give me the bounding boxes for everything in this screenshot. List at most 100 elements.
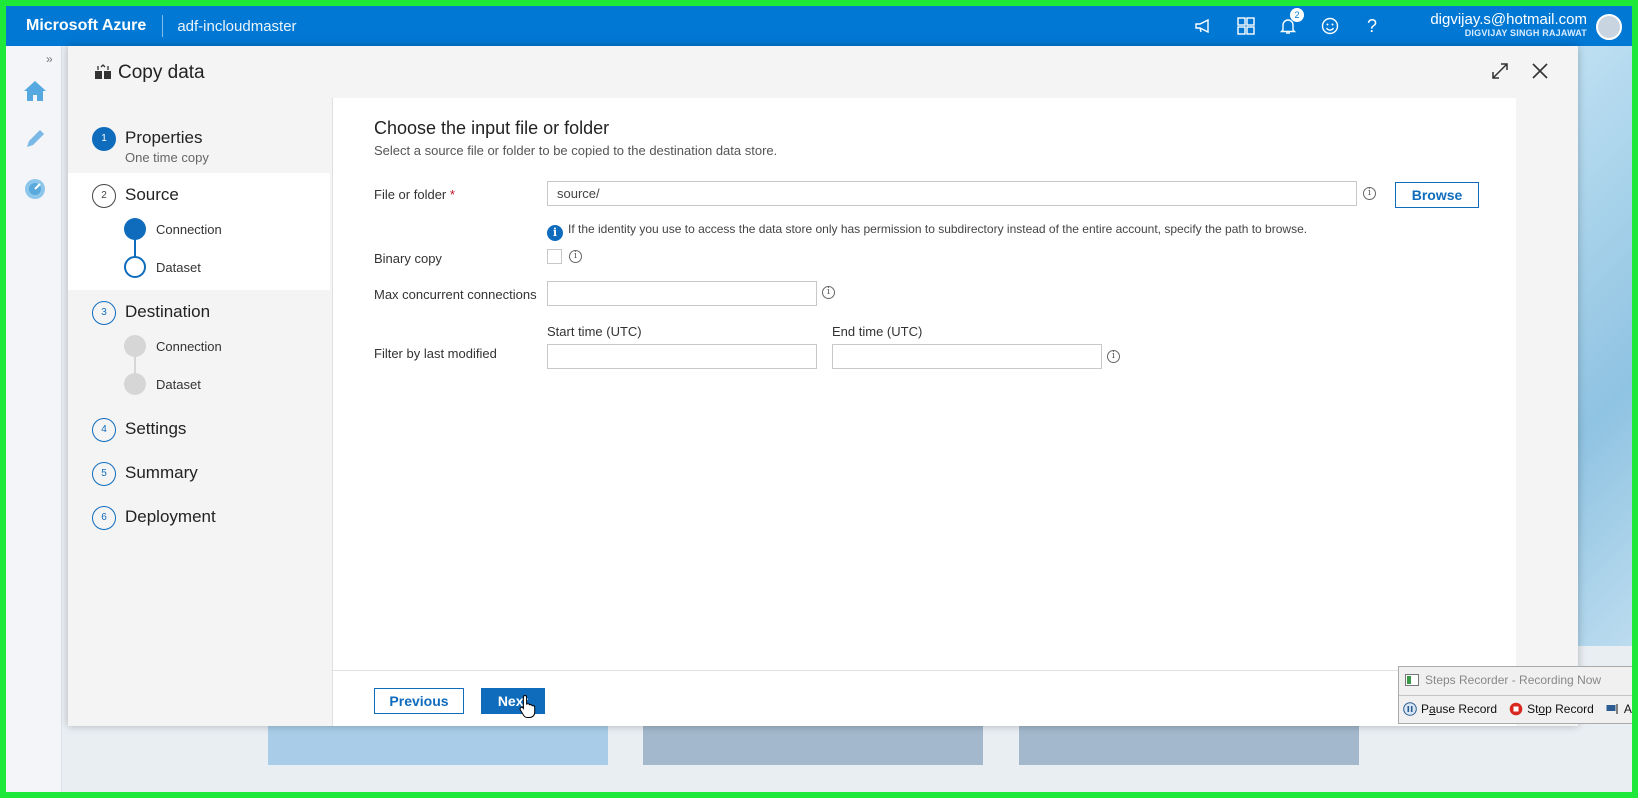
required-mark: * [449,187,455,202]
substep-dot [124,335,146,357]
hand-cursor-icon [519,694,537,723]
user-name: DIGVIJAY SINGH RAJAWAT [1464,28,1587,38]
wizard-steps: 1 Properties One time copy 2 Source Conn… [68,98,330,726]
pause-label-part: P [1421,702,1430,716]
user-email: digvijay.s@hotmail.com [1430,11,1587,28]
stop-record-button[interactable]: Stop Record [1509,702,1594,716]
background-artwork [1572,46,1632,646]
stop-label-part: p Record [1545,702,1594,716]
step-title: Deployment [125,507,216,526]
hint-text: If the identity you use to access the da… [568,222,1308,236]
expand-rail-icon[interactable]: » [46,52,53,66]
bell-icon[interactable]: 2 [1278,8,1304,36]
recorder-controls: Pause Record Stop Record A [1403,702,1632,716]
info-icon[interactable]: i [822,286,835,299]
step-source[interactable]: 2 Source Connection Dataset [68,173,330,290]
steps-recorder-window: Steps Recorder - Recording Now Pause Rec… [1398,666,1632,724]
info-icon[interactable]: i [1107,350,1120,363]
max-connections-input[interactable] [547,281,817,306]
copy-data-dialog: Copy data 1 Properties One time copy 2 S… [68,46,1578,726]
filter-last-modified-label: Filter by last modified [374,346,497,361]
left-rail: » [6,46,62,792]
megaphone-icon[interactable] [1194,16,1214,36]
user-account[interactable]: digvijay.s@hotmail.com DIGVIJAY SINGH RA… [1430,12,1587,38]
azure-top-bar: Microsoft Azure adf-incloudmaster 2 ? di… [6,6,1632,46]
close-icon[interactable] [1528,59,1552,83]
substep-connection[interactable]: Connection [156,339,222,354]
help-icon[interactable]: ? [1362,16,1382,36]
brand-label[interactable]: Microsoft Azure [6,15,164,37]
permission-hint: i If the identity you use to access the d… [547,222,1307,241]
info-icon[interactable]: i [569,250,582,263]
step-number: 2 [92,184,116,208]
step-number: 4 [92,418,116,442]
step-destination[interactable]: 3 Destination Connection Dataset [68,290,330,408]
start-time-input[interactable] [547,344,817,369]
step-title: Settings [125,419,187,438]
footer-divider [333,670,1516,671]
substep-dot-active [124,218,146,240]
pause-label-part: a [1429,702,1436,716]
background-tile [1019,723,1359,765]
step-number: 3 [92,301,116,325]
step-properties[interactable]: 1 Properties One time copy [68,98,330,173]
recorder-title-text: Steps Recorder - Recording Now [1425,673,1602,687]
step-deployment[interactable]: 6 Deployment [68,496,330,540]
step-title: Destination [125,302,211,321]
pause-icon [1403,702,1417,716]
pencil-icon[interactable] [22,126,48,152]
start-time-label: Start time (UTC) [547,324,642,339]
avatar[interactable] [1596,14,1622,40]
step-title: Summary [125,463,198,482]
top-icon-group: 2 ? [1194,6,1382,46]
step-subtitle: One time copy [125,150,209,165]
dialog-header: Copy data [68,46,1578,98]
step-title: Properties [125,128,203,147]
panel-title: Choose the input file or folder [374,118,610,138]
file-or-folder-label: File or folder * [374,187,455,202]
step-number: 1 [92,127,116,151]
browse-button[interactable]: Browse [1395,182,1479,208]
factory-name[interactable]: adf-incloudmaster [163,18,296,35]
stop-icon [1509,702,1523,716]
notification-badge: 2 [1290,8,1304,22]
stop-label-part: St [1527,702,1539,716]
info-filled-icon: i [547,225,563,241]
home-icon[interactable] [22,78,48,104]
substep-dot [124,373,146,395]
binary-copy-label: Binary copy [374,251,442,266]
recorder-divider [1399,695,1632,696]
info-icon[interactable]: i [1363,187,1376,200]
comment-icon [1606,704,1618,714]
recorder-title: Steps Recorder - Recording Now [1405,673,1601,687]
step-summary[interactable]: 5 Summary [68,452,330,496]
pause-label-part: use Record [1435,702,1498,716]
panel-description: Select a source file or folder to be cop… [374,143,778,158]
portal-icon[interactable] [1236,16,1256,36]
end-time-label: End time (UTC) [832,324,923,339]
background-tile [643,723,983,765]
add-comment-button[interactable]: A [1606,702,1632,716]
substep-dataset[interactable]: Dataset [156,260,201,275]
max-connections-label: Max concurrent connections [374,287,537,302]
step-number: 6 [92,506,116,530]
substep-connection[interactable]: Connection [156,222,222,237]
file-label-text: File or folder [374,187,447,202]
background-tile [268,723,608,765]
monitor-gauge-icon[interactable] [22,176,48,202]
pause-record-button[interactable]: Pause Record [1403,702,1497,716]
maximize-icon[interactable] [1488,59,1512,83]
recorder-app-icon [1405,674,1419,686]
step-title: Source [125,185,179,204]
substep-dot [124,256,146,278]
extra-label: A [1623,702,1632,716]
end-time-input[interactable] [832,344,1102,369]
smiley-icon[interactable] [1320,16,1340,36]
file-or-folder-input[interactable]: source/ [547,181,1357,206]
dialog-title: Copy data [118,62,205,83]
step-settings[interactable]: 4 Settings [68,408,330,452]
substep-dataset[interactable]: Dataset [156,377,201,392]
binary-copy-checkbox[interactable] [547,249,562,264]
step-number: 5 [92,462,116,486]
previous-button[interactable]: Previous [374,688,464,714]
